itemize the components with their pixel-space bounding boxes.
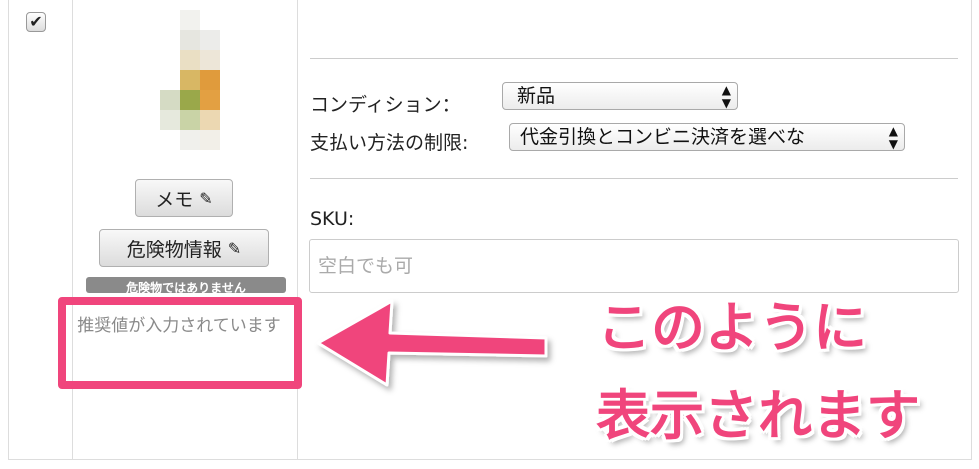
callout-text-line1: このように xyxy=(597,296,867,359)
callout-text-line2: 表示されます xyxy=(596,384,920,447)
